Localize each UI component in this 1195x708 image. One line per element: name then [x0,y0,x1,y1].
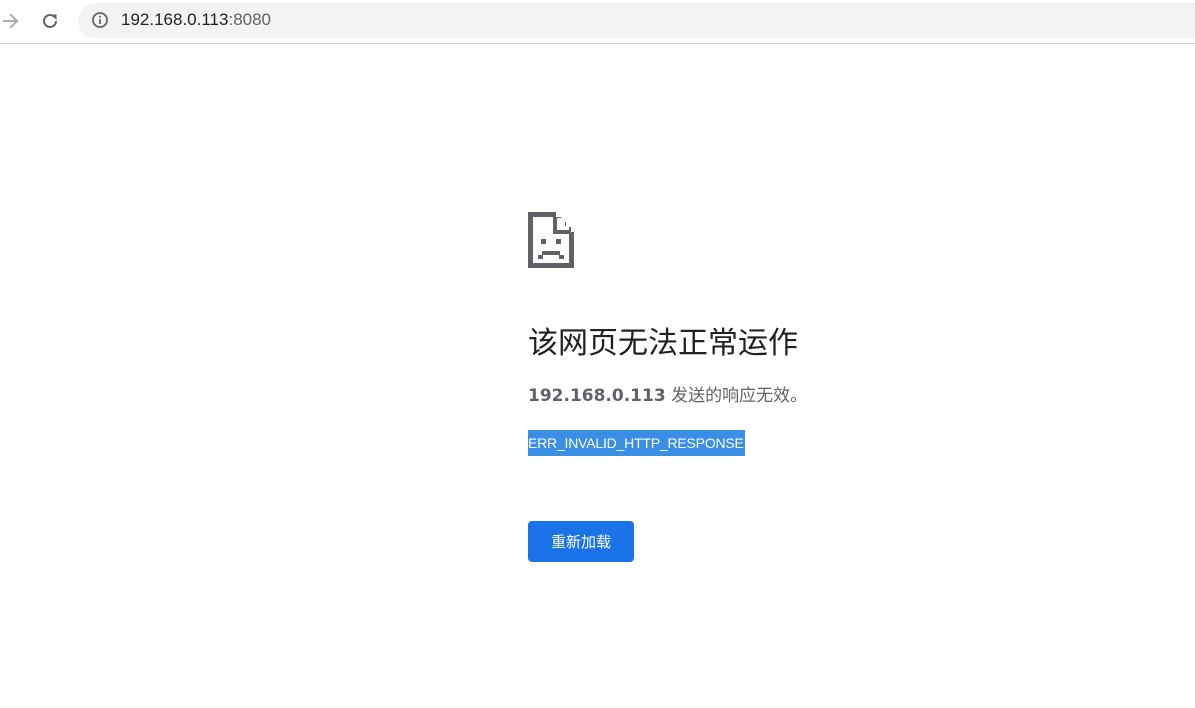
browser-toolbar: 192.168.0.113:8080 [0,0,1195,44]
error-page-content: 该网页无法正常运作 192.168.0.113 发送的响应无效。 ERR_INV… [528,212,1128,562]
url-text[interactable]: 192.168.0.113:8080 [121,10,271,30]
reload-page-button[interactable] [35,6,65,36]
reload-icon [43,14,57,28]
sad-file-icon [528,212,574,268]
url-port: :8080 [228,10,272,29]
forward-button[interactable] [0,6,26,36]
error-summary-text: 发送的响应无效。 [665,386,808,406]
info-icon[interactable] [91,11,109,29]
error-host: 192.168.0.113 [528,386,666,406]
error-code: ERR_INVALID_HTTP_RESPONSE [528,430,745,456]
error-heading: 该网页无法正常运作 [528,326,798,361]
address-bar[interactable]: 192.168.0.113:8080 [78,3,1195,38]
reload-button[interactable]: 重新加载 [528,521,634,562]
url-host: 192.168.0.113 [121,10,229,29]
error-summary: 192.168.0.113 发送的响应无效。 [528,385,807,407]
arrow-forward-icon [3,13,19,29]
